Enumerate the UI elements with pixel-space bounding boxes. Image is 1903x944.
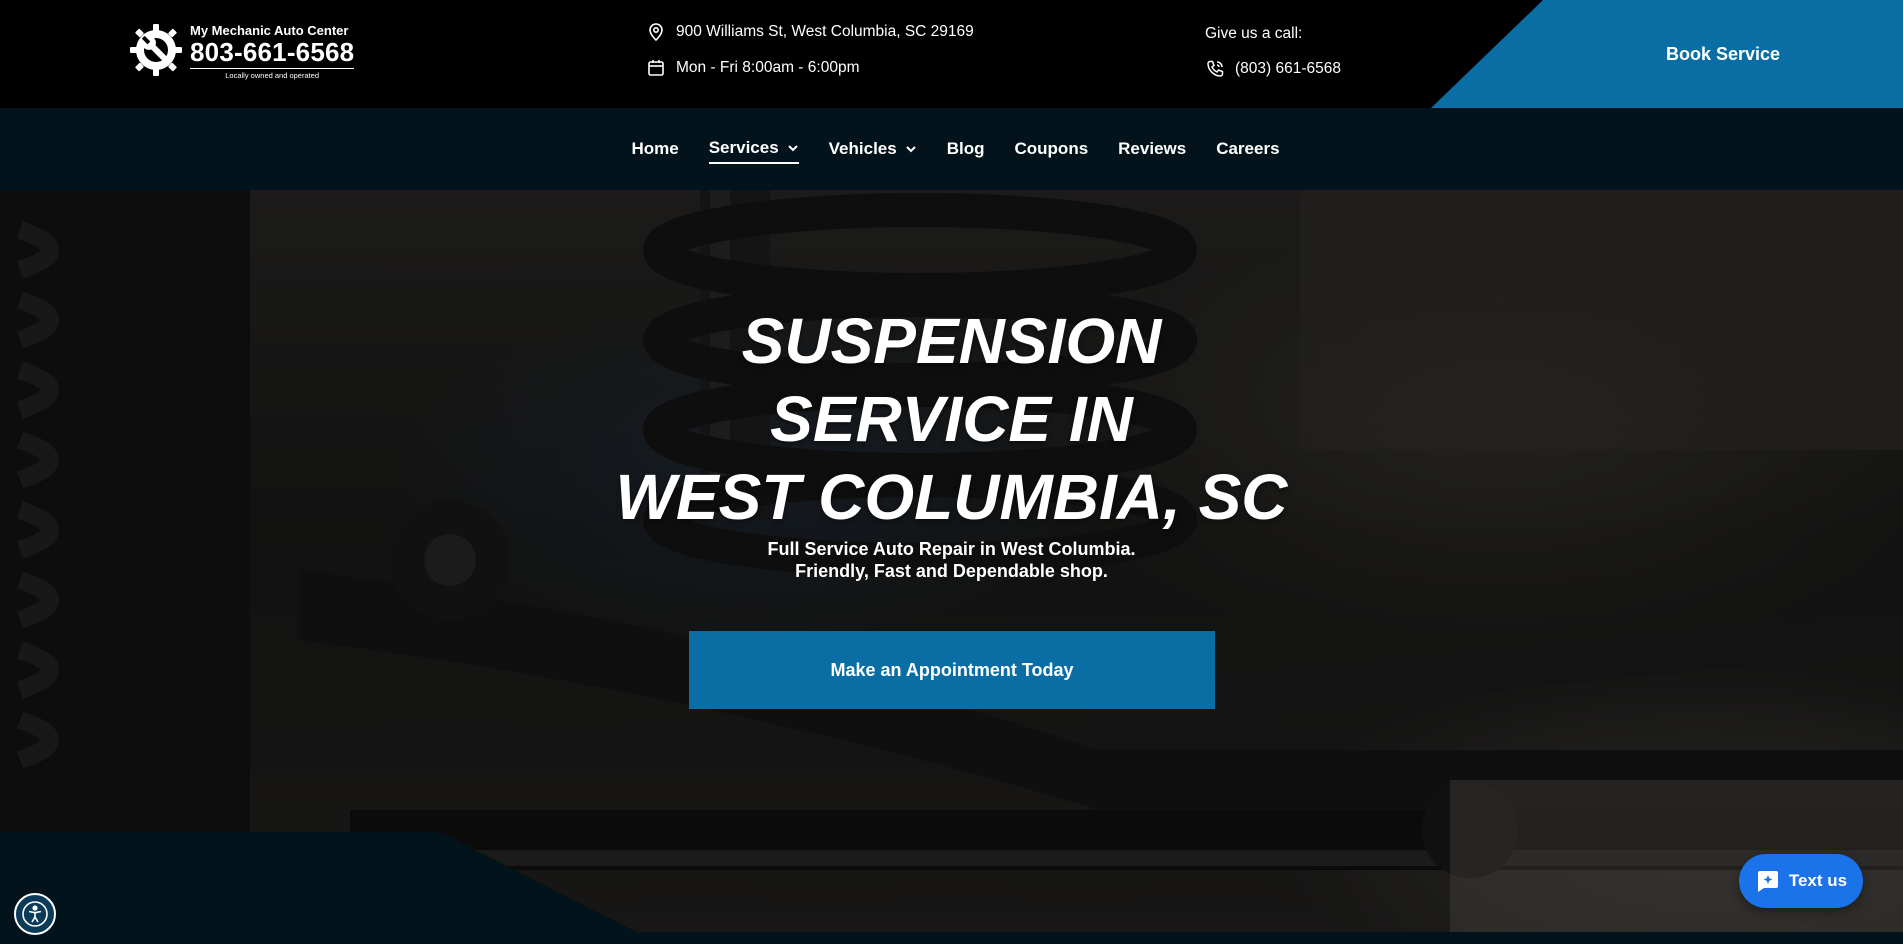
nav-item-label: Careers	[1216, 139, 1280, 158]
hero-section: SUSPENSION SERVICE IN WEST COLUMBIA, SC …	[0, 190, 1903, 944]
calendar-icon	[648, 60, 664, 76]
hero-subtitle-line: Friendly, Fast and Dependable shop.	[795, 561, 1108, 581]
hero-title-line: WEST COLUMBIA, SC	[615, 461, 1288, 533]
gear-wrench-icon	[130, 24, 182, 76]
hours-info: Mon - Fri 8:00am - 6:00pm	[646, 58, 859, 78]
nav-item-label: Blog	[946, 139, 985, 158]
book-service-area: Book Service	[1431, 0, 1903, 108]
logo-tagline: Locally owned and operated	[190, 68, 355, 81]
nav-item-label: Vehicles	[828, 139, 897, 158]
hours-text: Mon - Fri 8:00am - 6:00pm	[676, 59, 860, 76]
top-bar: My Mechanic Auto Center 803-661-6568 Loc…	[0, 0, 1903, 108]
address-info[interactable]: 900 Williams St, West Columbia, SC 29169	[646, 22, 974, 42]
nav-item-label: Home	[631, 139, 679, 158]
map-pin-icon	[649, 23, 663, 42]
nav-item-services[interactable]: Services	[708, 134, 799, 164]
nav-item-blog[interactable]: Blog	[947, 135, 985, 163]
address-text: 900 Williams St, West Columbia, SC 29169	[676, 23, 974, 40]
book-service-button[interactable]: Book Service	[1543, 0, 1903, 108]
nav-item-label: Coupons	[1014, 139, 1089, 158]
chevron-down-icon	[787, 145, 798, 152]
main-nav: Home Services Vehicles Blog Coupons Revi…	[0, 108, 1903, 190]
accessibility-icon	[22, 901, 48, 927]
hero-title-line: SERVICE IN	[770, 383, 1133, 455]
hero-subtitle-line: Full Service Auto Repair in West Columbi…	[767, 539, 1136, 559]
nav-item-home[interactable]: Home	[631, 135, 678, 163]
chevron-down-icon	[906, 146, 916, 153]
phone-icon	[1207, 60, 1224, 77]
make-appointment-button[interactable]: Make an Appointment Today	[689, 631, 1215, 709]
nav-item-coupons[interactable]: Coupons	[1015, 135, 1089, 163]
text-us-label: Text us	[1788, 871, 1848, 890]
call-label: Give us a call:	[1205, 25, 1303, 42]
accessibility-button[interactable]	[14, 893, 56, 935]
chat-bubble-icon	[1757, 871, 1778, 892]
nav-item-label: Services	[708, 138, 779, 157]
hero-title: SUSPENSION SERVICE IN WEST COLUMBIA, SC	[0, 302, 1903, 536]
hero-title-line: SUSPENSION	[741, 305, 1162, 377]
bottom-strip-decoration	[0, 932, 1903, 944]
logo-phone: 803-661-6568	[190, 37, 355, 67]
nav-item-reviews[interactable]: Reviews	[1118, 135, 1186, 163]
hero-subtitle: Full Service Auto Repair in West Columbi…	[0, 538, 1903, 582]
nav-item-careers[interactable]: Careers	[1216, 135, 1279, 163]
text-us-button[interactable]: Text us	[1739, 854, 1863, 908]
nav-item-vehicles[interactable]: Vehicles	[829, 135, 917, 163]
call-phone-link[interactable]: (803) 661-6568	[1205, 59, 1341, 79]
nav-item-label: Reviews	[1118, 139, 1187, 158]
call-phone-text: (803) 661-6568	[1235, 60, 1341, 77]
logo-name: My Mechanic Auto Center	[190, 23, 349, 38]
site-logo[interactable]: My Mechanic Auto Center 803-661-6568 Loc…	[128, 20, 364, 84]
